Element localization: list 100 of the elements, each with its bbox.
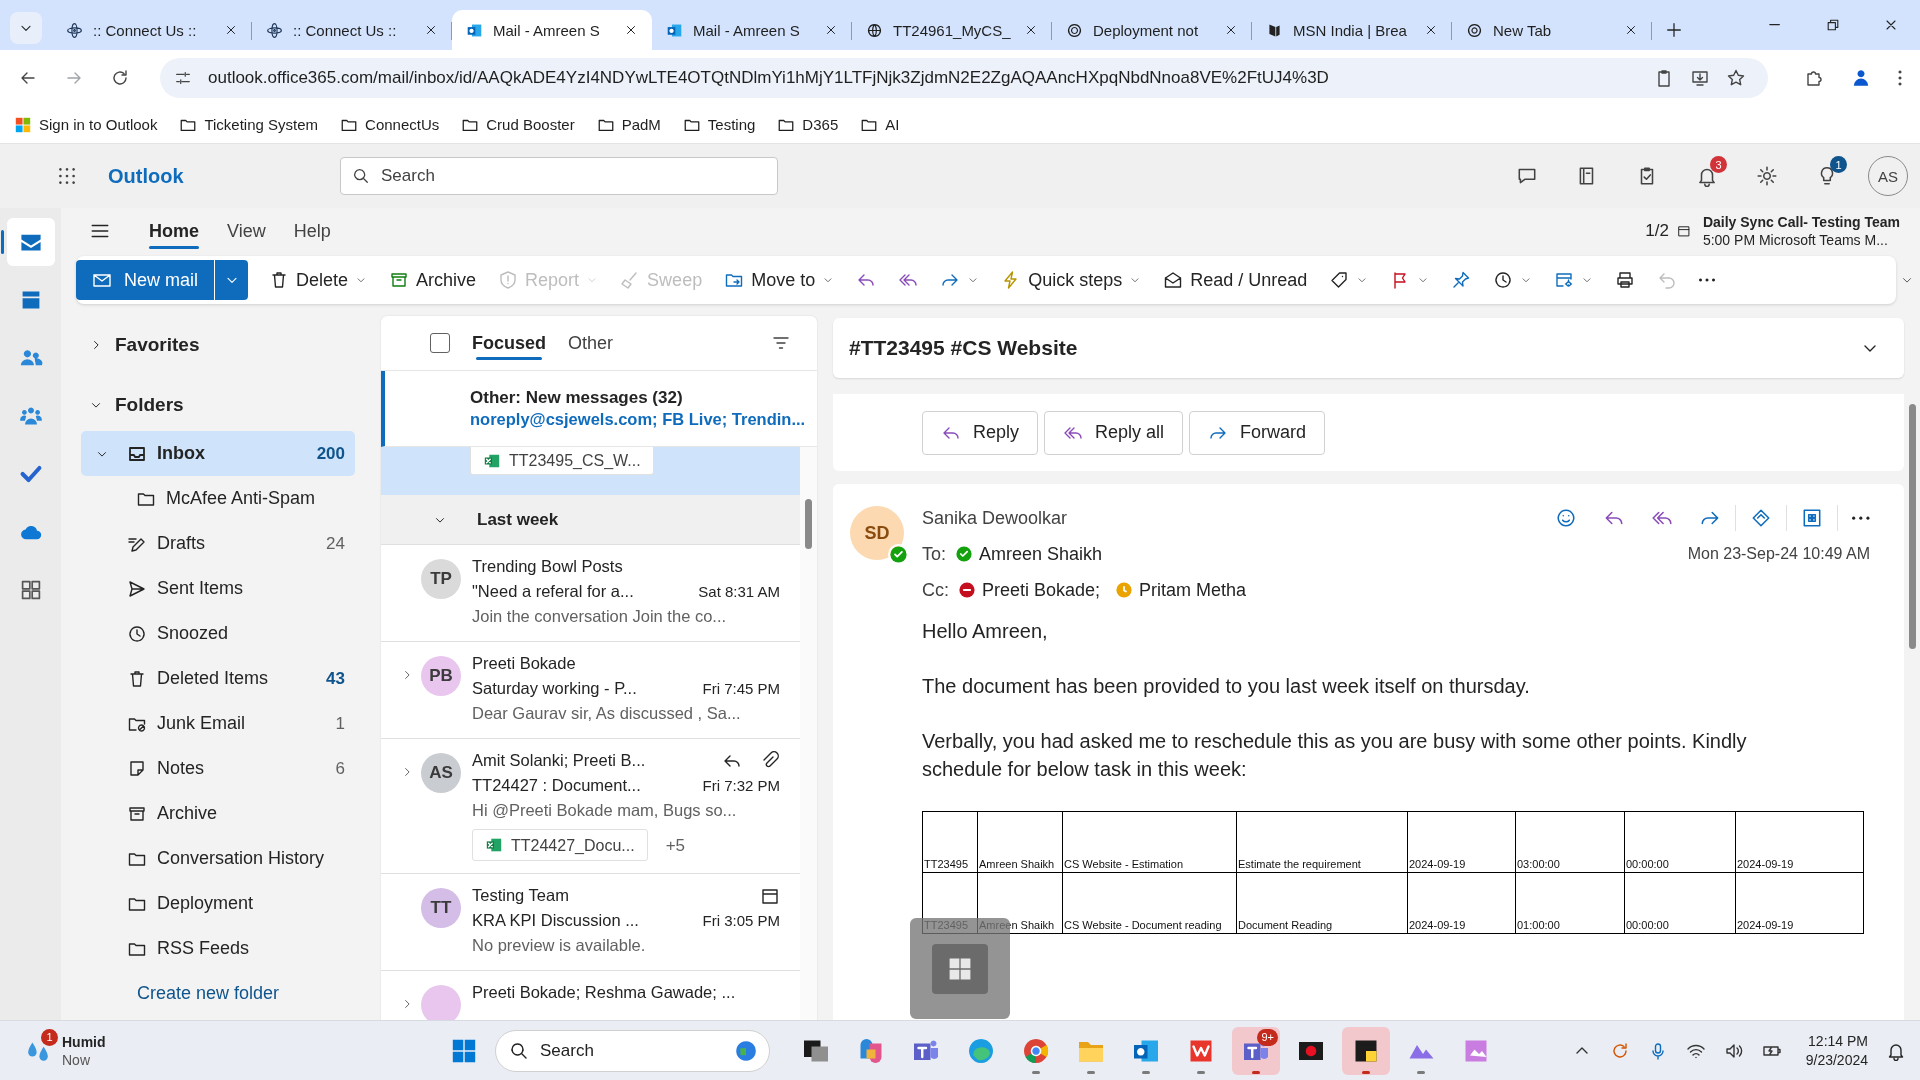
taskbar-search-field[interactable]: Search <box>495 1029 770 1072</box>
browser-tab[interactable]: MSN India | Brea <box>1252 10 1452 50</box>
search-field[interactable]: Search <box>340 157 778 195</box>
toolbar-button[interactable]: Move to <box>715 260 844 300</box>
scrollbar[interactable] <box>800 447 817 1020</box>
folder-item[interactable]: Deleted Items 43 <box>81 656 355 701</box>
folder-item[interactable]: Drafts 24 <box>81 521 355 566</box>
folder-item[interactable]: Junk Email 1 <box>81 701 355 746</box>
message-preview: Join the conversation Join the co... <box>472 606 727 627</box>
folder-item[interactable]: Deployment <box>81 881 355 926</box>
message-item[interactable]: TP Trending Bowl Posts "Need a referal for a... Sat 8:31 AM Join the conversation Join the co... <box>381 545 800 642</box>
bookmark[interactable]: Sign in to Outlook <box>14 115 158 134</box>
ribbon-tab[interactable]: View <box>227 213 266 249</box>
favorites-header[interactable]: Favorites <box>81 321 355 369</box>
app-launcher-icon[interactable] <box>56 165 78 187</box>
ribbon-tab[interactable]: Help <box>293 213 331 249</box>
browser-tab[interactable]: :: Connect Us :: <box>52 10 252 50</box>
folder-item[interactable]: Sent Items <box>81 566 355 611</box>
toolbar-button[interactable]: Archive <box>380 260 486 300</box>
check-badge-icon <box>956 546 972 562</box>
ribbon-tab[interactable]: Home <box>149 213 199 249</box>
folder-item[interactable]: Notes 6 <box>81 746 355 791</box>
message-subject: Saturday working - P... <box>472 678 638 699</box>
folder-item[interactable]: McAfee Anti-Spam <box>81 476 355 521</box>
browser-tab[interactable]: New Tab <box>1452 10 1652 50</box>
more-icon[interactable] <box>1852 515 1870 521</box>
attachment-chip[interactable]: TT23495_CS_W... <box>470 447 654 475</box>
globe-icon <box>866 21 883 39</box>
bookmark[interactable]: D365 <box>777 115 839 134</box>
bookmark[interactable]: Crud Booster <box>461 115 575 134</box>
browser-tab[interactable]: TT24961_MyCS_ <box>852 10 1052 50</box>
toolbar-button[interactable]: Quick steps <box>992 260 1151 300</box>
body-paragraph: The document has been provided to you last week itself on thursday. <box>922 674 1531 699</box>
taskbar-app-button[interactable]: 9+ <box>1232 1026 1280 1075</box>
attachment-chip[interactable]: TT24427_Docu... <box>472 829 648 861</box>
message-item[interactable]: TT Testing Team KRA KPI Discussion ... Fri 3:05 PM No preview is available. <box>381 874 800 971</box>
monitor-download-icon[interactable] <box>1690 68 1710 88</box>
browser-tab[interactable]: Mail - Amreen S <box>652 10 852 50</box>
minimize-icon[interactable] <box>1769 23 1781 27</box>
reminder-title[interactable]: Daily Sync Call- Testing Team <box>1702 213 1900 231</box>
bookmark[interactable]: ConnectUs <box>340 115 440 134</box>
restore-icon[interactable] <box>1825 17 1841 33</box>
browser-tab[interactable]: :: Connect Us :: <box>252 10 452 50</box>
sender-name[interactable]: Sanika Dewoolkar <box>922 507 1068 529</box>
recipient[interactable]: Preeti Bokade; <box>959 579 1101 601</box>
plus-icon[interactable] <box>1665 21 1683 39</box>
archive-box-icon <box>389 270 410 290</box>
bookmark[interactable]: Testing <box>682 115 756 134</box>
trash-icon <box>127 668 147 689</box>
star-icon[interactable] <box>1726 68 1746 88</box>
bookmark[interactable]: AI <box>860 115 900 134</box>
more-attachments[interactable]: +5 <box>665 832 685 858</box>
reload-icon[interactable] <box>110 68 130 88</box>
close-icon[interactable] <box>824 23 838 37</box>
bookmark[interactable]: PadM <box>596 115 661 134</box>
app-name[interactable]: Outlook <box>108 164 340 188</box>
folder-item[interactable]: Conversation History <box>81 836 355 881</box>
sticky-note-icon <box>127 758 147 779</box>
thread-action-button[interactable]: Forward <box>1189 410 1326 455</box>
settings-icon[interactable] <box>1756 165 1778 187</box>
close-icon[interactable] <box>224 23 238 37</box>
folder-item[interactable]: Archive <box>81 791 355 836</box>
banner-title: Other: New messages (32) <box>470 388 683 408</box>
new-mail-dropdown[interactable] <box>214 260 248 300</box>
close-icon[interactable] <box>1224 23 1238 37</box>
select-all-checkbox[interactable] <box>430 333 450 353</box>
site-settings-icon[interactable] <box>174 69 192 87</box>
folder-item[interactable]: Snoozed <box>81 611 355 656</box>
browser-tab[interactable]: Deployment not <box>1052 10 1252 50</box>
message-item[interactable]: AS Amit Solanki; Preeti B... TT24427 : Document... Fri 7:32 PM Hi @Preeti Bokade mam, Bugs so... TT24427_Docu... +5 <box>381 739 800 874</box>
folder-item[interactable]: RSS Feeds <box>81 926 355 971</box>
browser-tab[interactable]: Mail - Amreen S <box>452 10 652 50</box>
more-vertical-icon[interactable] <box>1898 70 1902 86</box>
toolbar-button[interactable]: Delete <box>260 260 377 300</box>
folders-header[interactable]: Folders <box>81 381 355 429</box>
thread-action-button[interactable]: Reply all <box>1044 410 1184 455</box>
new-mail-button[interactable]: New mail <box>76 260 214 300</box>
inbox-tab[interactable]: Other <box>568 326 614 360</box>
recipient[interactable]: Pritam Metha <box>1116 579 1247 601</box>
close-icon[interactable] <box>424 23 438 37</box>
inbox-tab[interactable]: Focused <box>472 326 546 360</box>
table-cell: Estimate the requirement <box>1236 811 1408 873</box>
thread-action-button[interactable]: Reply <box>922 410 1039 455</box>
puzzle-icon[interactable] <box>1804 68 1824 88</box>
message-item[interactable]: PB Preeti Bokade Saturday working - P... Fri 7:45 PM Dear Gaurav sir, As discussed , Sa... <box>381 642 800 739</box>
close-icon[interactable] <box>1424 23 1438 37</box>
folder-item[interactable]: Inbox 200 <box>81 431 355 476</box>
bookmark[interactable]: Ticketing System <box>179 115 319 134</box>
taskbar-app-button[interactable] <box>1342 1026 1390 1075</box>
close-icon[interactable] <box>1024 23 1038 37</box>
close-icon[interactable] <box>624 23 638 37</box>
system-clock[interactable]: 12:14 PM 9/23/2024 <box>1805 1031 1868 1070</box>
toolbar-button[interactable]: Read / Unread <box>1154 260 1317 300</box>
recipient[interactable]: Amreen Shaikh <box>956 543 1103 565</box>
close-icon[interactable] <box>1624 23 1638 37</box>
address-bar[interactable]: outlook.office365.com/mail/inbox/id/AAQkADE4YzI4NDYwLTE4OTQtNDlmYi1hMjY1LTFjNjk3ZjdmN2E2ZgAQAAncHXpqNbdNnoa8VE%2FtUJ4%3D <box>160 58 1768 98</box>
create-folder-link[interactable]: Create new folder <box>81 971 355 1016</box>
selected-message-row[interactable]: TT23495_CS_W... <box>381 447 800 495</box>
shield-icon <box>498 270 519 290</box>
group-header[interactable]: Last week <box>381 495 800 545</box>
